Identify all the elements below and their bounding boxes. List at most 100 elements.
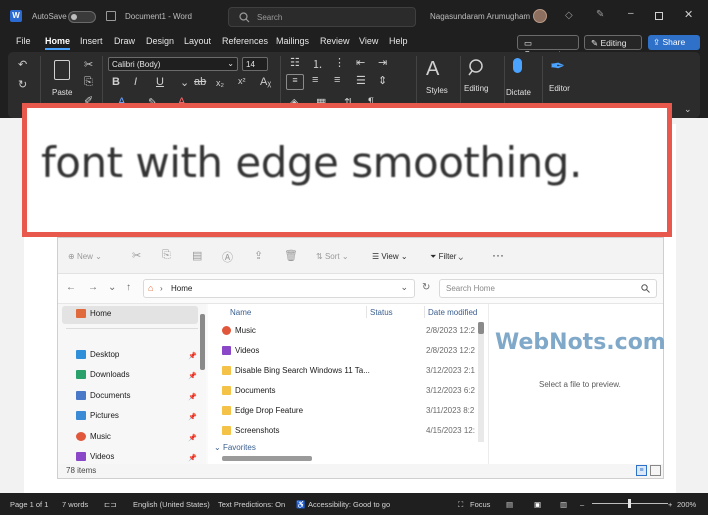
file-row[interactable]: Documents 3/12/2023 6:2: [222, 386, 475, 402]
search-box[interactable]: Search: [228, 7, 416, 27]
microphone-icon[interactable]: [513, 58, 522, 73]
chevron-down-icon[interactable]: ⌄: [400, 282, 408, 293]
file-row[interactable]: Screenshots 4/15/2023 12:: [222, 426, 475, 442]
nav-item-pictures[interactable]: Pictures: [76, 411, 119, 427]
font-size-combo[interactable]: 14: [242, 57, 268, 71]
nav-item-documents[interactable]: Documents: [76, 391, 130, 407]
undo-icon[interactable]: ↶: [18, 58, 27, 71]
italic-icon[interactable]: I: [134, 76, 137, 88]
column-header-name[interactable]: Name: [230, 308, 251, 317]
nav-item-music[interactable]: Music: [76, 432, 111, 448]
paste-icon[interactable]: ▤: [192, 249, 202, 262]
more-options-icon[interactable]: ···: [492, 248, 504, 262]
decrease-indent-icon[interactable]: ⇤: [356, 56, 365, 69]
menu-design[interactable]: Design: [146, 36, 174, 46]
web-layout-icon[interactable]: ▥: [560, 500, 567, 509]
bold-icon[interactable]: B: [112, 76, 120, 88]
align-right-icon[interactable]: ≡: [334, 74, 340, 86]
line-spacing-icon[interactable]: ⇕: [378, 74, 387, 87]
new-button[interactable]: ⊕ New ⌄: [68, 252, 102, 261]
chevron-down-icon[interactable]: ⌄: [180, 76, 189, 89]
bullets-icon[interactable]: ≡: [286, 74, 304, 90]
menu-review[interactable]: Review: [320, 36, 350, 46]
editor-icon[interactable]: ✒: [550, 56, 565, 77]
font-name-combo[interactable]: Calibri (Body) ⌄: [108, 57, 238, 71]
up-icon[interactable]: ↑: [126, 282, 131, 293]
column-header-status[interactable]: Status: [370, 308, 393, 317]
delete-icon[interactable]: 🗑: [284, 249, 298, 262]
page-count[interactable]: Page 1 of 1: [10, 500, 48, 509]
explorer-search-input[interactable]: Search Home: [439, 279, 657, 298]
tiles-view-icon[interactable]: [650, 465, 661, 476]
menu-help[interactable]: Help: [389, 36, 408, 46]
minimize-icon[interactable]: –: [628, 8, 634, 19]
pin-icon[interactable]: 📌: [188, 454, 197, 462]
close-icon[interactable]: ✕: [684, 8, 693, 21]
avatar[interactable]: [533, 9, 547, 23]
file-row[interactable]: Disable Bing Search Windows 11 Ta... 3/1…: [222, 366, 475, 382]
paste-icon[interactable]: [54, 60, 70, 80]
share-button[interactable]: ⇪ Share: [648, 35, 700, 50]
refresh-icon[interactable]: ↻: [422, 282, 430, 293]
print-layout-icon[interactable]: ▣: [534, 500, 541, 509]
pin-icon[interactable]: 📌: [188, 352, 197, 360]
superscript-icon[interactable]: x²: [238, 76, 246, 86]
menu-view[interactable]: View: [359, 36, 378, 46]
diamond-icon[interactable]: ◇: [565, 10, 573, 21]
cut-icon[interactable]: ✂: [84, 58, 93, 71]
copy-icon[interactable]: ⎘: [84, 76, 93, 89]
address-field[interactable]: ⌂ › Home ⌄: [143, 279, 415, 298]
column-header-date[interactable]: Date modified: [428, 308, 477, 317]
editing-mode-button[interactable]: ✎ Editing ⌄: [584, 35, 642, 59]
redo-icon[interactable]: ↻: [18, 78, 27, 91]
menu-insert[interactable]: Insert: [80, 36, 103, 46]
maximize-icon[interactable]: [655, 12, 663, 20]
autosave-toggle[interactable]: [68, 11, 96, 23]
back-icon[interactable]: ←: [66, 282, 76, 293]
increase-indent-icon[interactable]: ⇥: [378, 56, 387, 69]
comments-button[interactable]: ▭ Comments: [517, 35, 579, 59]
file-row[interactable]: Edge Drop Feature 3/11/2023 8:2: [222, 406, 474, 422]
save-icon[interactable]: [106, 11, 116, 21]
menu-references[interactable]: References: [222, 36, 268, 46]
horizontal-scrollbar[interactable]: [222, 456, 312, 461]
menu-layout[interactable]: Layout: [184, 36, 211, 46]
zoom-out-icon[interactable]: –: [580, 500, 584, 509]
vertical-scrollbar[interactable]: [478, 322, 484, 442]
file-row[interactable]: Videos 2/8/2023 12:2: [222, 346, 475, 362]
multilevel-list-icon[interactable]: ⋮: [334, 56, 345, 69]
strikethrough-icon[interactable]: ab: [194, 76, 206, 88]
pin-icon[interactable]: 📌: [188, 372, 197, 380]
user-name[interactable]: Nagasundaram Arumugham: [430, 12, 530, 21]
zoom-slider[interactable]: [592, 499, 668, 508]
read-mode-icon[interactable]: ▤: [506, 500, 513, 509]
forward-icon[interactable]: →: [88, 282, 98, 293]
pin-icon[interactable]: 📌: [188, 413, 197, 421]
share-icon[interactable]: ⇪: [254, 249, 263, 262]
sort-button[interactable]: ⇅ Sort ⌄: [316, 252, 349, 261]
rename-icon[interactable]: Ⓐ: [222, 249, 233, 265]
pin-icon[interactable]: 📌: [188, 434, 197, 442]
list-icon[interactable]: ☷: [290, 56, 300, 69]
pin-icon[interactable]: 📌: [188, 393, 197, 401]
text-predictions[interactable]: Text Predictions: On: [218, 500, 285, 509]
justify-icon[interactable]: ☰: [356, 74, 366, 87]
menu-draw[interactable]: Draw: [114, 36, 135, 46]
details-view-icon[interactable]: ≡: [636, 465, 647, 476]
view-button[interactable]: ☰ View ⌄: [372, 252, 408, 261]
language[interactable]: English (United States): [133, 500, 210, 509]
zoom-slider-thumb[interactable]: [628, 499, 631, 508]
focus-button[interactable]: Focus: [470, 500, 490, 509]
search-icon[interactable]: [468, 58, 486, 76]
word-count[interactable]: 7 words: [62, 500, 88, 509]
chevron-down-icon[interactable]: ⌄: [108, 282, 116, 293]
styles-icon[interactable]: A: [426, 58, 439, 81]
underline-icon[interactable]: U: [156, 76, 164, 88]
clear-format-icon[interactable]: Aᵪ: [260, 76, 271, 88]
copy-icon[interactable]: ⎘: [162, 249, 171, 262]
menu-file[interactable]: File: [16, 36, 31, 46]
book-icon[interactable]: ⊏⊐: [104, 500, 117, 509]
pen-icon[interactable]: ✎: [596, 9, 604, 20]
collapse-ribbon-icon[interactable]: ⌄: [684, 104, 692, 115]
menu-mailings[interactable]: Mailings: [276, 36, 309, 46]
